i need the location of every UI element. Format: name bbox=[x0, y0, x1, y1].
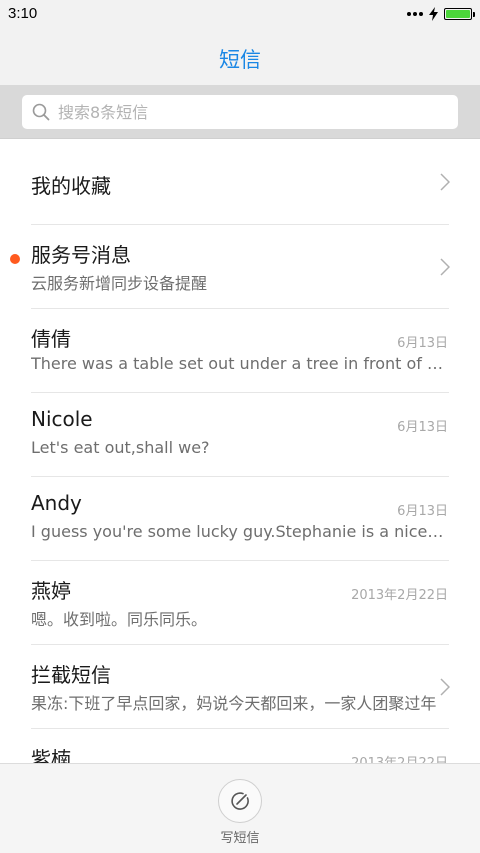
conversation-row-blocked[interactable]: 拦截短信 果冻:下班了早点回家，妈说今天都回来，一家人团聚过年 bbox=[0, 644, 480, 728]
contact-name: 服务号消息 bbox=[31, 243, 131, 267]
message-preview: 嗯。收到啦。同乐同乐。 bbox=[31, 610, 208, 629]
search-icon bbox=[32, 103, 50, 121]
conversation-row[interactable]: 倩倩 6月13日 There was a table set out under… bbox=[0, 308, 480, 392]
compose-label[interactable]: 写短信 bbox=[0, 827, 480, 846]
status-time: 3:10 bbox=[8, 5, 38, 22]
signal-icon bbox=[407, 12, 423, 16]
message-date: 6月13日 bbox=[397, 420, 448, 435]
message-preview: 果冻:下班了早点回家，妈说今天都回来，一家人团聚过年 bbox=[31, 694, 437, 713]
search-input[interactable] bbox=[56, 101, 440, 123]
conversation-list: 我的收藏 服务号消息 云服务新增同步设备提醒 倩倩 6月13日 There wa… bbox=[0, 140, 480, 812]
chevron-right-icon bbox=[440, 173, 450, 191]
conversation-row[interactable]: Andy 6月13日 I guess you're some lucky guy… bbox=[0, 476, 480, 560]
charging-bolt-icon bbox=[429, 7, 438, 21]
message-preview: I guess you're some lucky guy.Stephanie … bbox=[31, 522, 447, 541]
conversation-row[interactable]: Nicole 6月13日 Let's eat out,shall we? bbox=[0, 392, 480, 476]
favorites-row[interactable]: 我的收藏 bbox=[0, 140, 480, 224]
chevron-right-icon bbox=[440, 678, 450, 696]
contact-name: Nicole bbox=[31, 407, 93, 431]
battery-icon bbox=[444, 8, 475, 20]
chevron-right-icon bbox=[440, 258, 450, 276]
page-title: 短信 bbox=[219, 48, 261, 72]
status-icons bbox=[407, 5, 475, 23]
app-header: 短信 bbox=[0, 28, 480, 85]
compose-icon bbox=[231, 792, 249, 810]
contact-name: 拦截短信 bbox=[31, 663, 111, 687]
search-bar bbox=[0, 85, 480, 139]
message-date: 6月13日 bbox=[397, 504, 448, 519]
message-preview: 云服务新增同步设备提醒 bbox=[31, 274, 208, 293]
message-preview: There was a table set out under a tree i… bbox=[31, 354, 447, 373]
contact-name: 倩倩 bbox=[31, 327, 71, 351]
bottom-toolbar: 写短信 bbox=[0, 763, 480, 853]
favorites-label: 我的收藏 bbox=[31, 174, 111, 198]
contact-name: 燕婷 bbox=[31, 579, 71, 603]
contact-name: Andy bbox=[31, 491, 82, 515]
status-bar: 3:10 bbox=[0, 0, 480, 28]
search-box[interactable] bbox=[22, 95, 458, 129]
message-date: 6月13日 bbox=[397, 336, 448, 351]
message-date: 2013年2月22日 bbox=[351, 588, 448, 603]
compose-button[interactable] bbox=[218, 779, 262, 823]
unread-dot bbox=[10, 254, 20, 264]
message-preview: Let's eat out,shall we? bbox=[31, 438, 210, 457]
conversation-row[interactable]: 燕婷 2013年2月22日 嗯。收到啦。同乐同乐。 bbox=[0, 560, 480, 644]
conversation-row-service[interactable]: 服务号消息 云服务新增同步设备提醒 bbox=[0, 224, 480, 308]
